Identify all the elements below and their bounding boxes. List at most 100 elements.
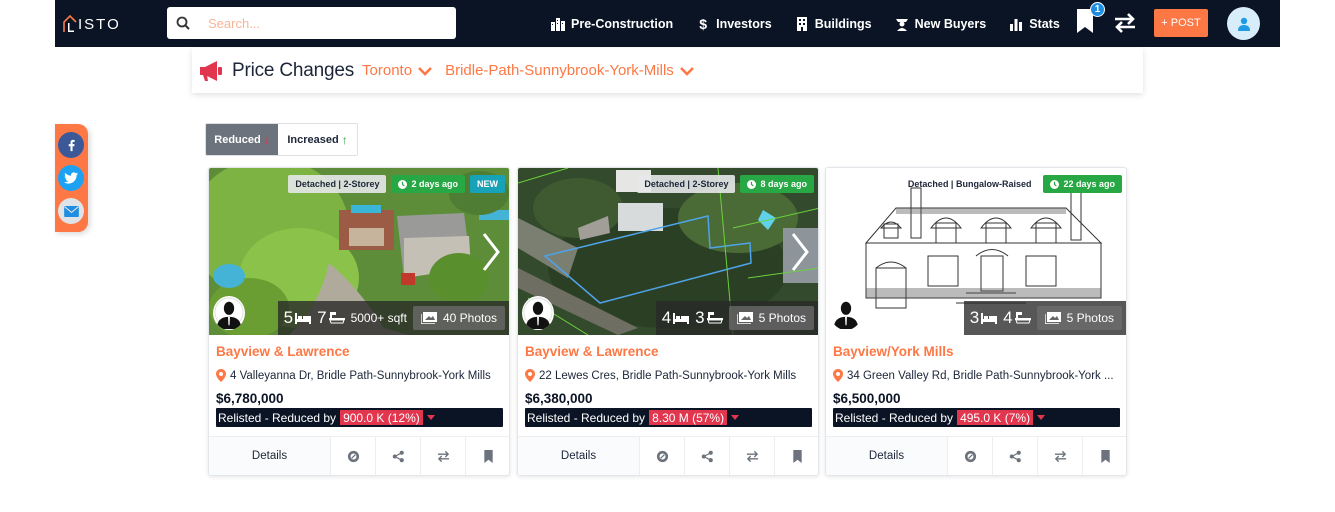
compare-button[interactable] xyxy=(1037,437,1082,475)
agent-silhouette-icon xyxy=(214,297,244,329)
filter-increased-tab[interactable]: Increased ↑ xyxy=(278,124,357,155)
photos-count: 40 Photos xyxy=(442,311,497,325)
status-text: Relisted - Reduced by xyxy=(527,410,646,425)
compare-arrows-icon[interactable] xyxy=(1113,12,1137,34)
nav-investors[interactable]: $ Investors xyxy=(696,15,772,32)
listing-actions: Details xyxy=(826,436,1126,475)
images-icon xyxy=(736,312,753,324)
nav-label: Stats xyxy=(1029,16,1060,31)
listing-photo[interactable]: Detached | Bungalow-Raised 22 days ago 3… xyxy=(826,168,1126,335)
eye-icon xyxy=(347,450,359,462)
view-button[interactable] xyxy=(947,437,992,475)
top-navbar: ISTO Pre-Construction $ Investors Buildi… xyxy=(55,0,1280,47)
bar-chart-icon xyxy=(1009,17,1023,31)
caret-down-icon xyxy=(426,415,435,420)
price-change-bar: Relisted - Reduced by 8.30 M (57%) xyxy=(525,408,812,427)
facebook-icon xyxy=(68,139,75,151)
listo-logo[interactable]: ISTO xyxy=(63,13,121,35)
compare-arrows-icon xyxy=(1054,450,1066,462)
agent-avatar[interactable] xyxy=(522,296,554,330)
graduate-icon xyxy=(895,17,909,31)
bathrooms-count: 3 xyxy=(695,308,705,327)
share-button[interactable] xyxy=(375,437,420,475)
listing-address: 4 Valleyanna Dr, Bridle Path-Sunnybrook-… xyxy=(216,369,504,382)
search-box[interactable] xyxy=(167,7,456,39)
city-dropdown-value: Toronto xyxy=(362,62,413,79)
area-dropdown[interactable]: Bridle-Path-Sunnybrook-York-Mills xyxy=(445,62,694,79)
dollar-icon: $ xyxy=(699,15,707,32)
listed-time: 2 days ago xyxy=(411,179,458,189)
nav-new-buyers[interactable]: New Buyers xyxy=(895,17,986,31)
building-icon xyxy=(795,16,809,31)
photos-count-button[interactable]: 5 Photos xyxy=(728,306,814,330)
next-photo-arrow-icon[interactable] xyxy=(481,232,501,272)
listing-photo[interactable]: Detached | 2-Storey 2 days ago NEW 5 7 5… xyxy=(209,168,509,335)
nav-buildings[interactable]: Buildings xyxy=(795,16,872,31)
listing-info: Bayview/York Mills 34 Green Valley Rd, B… xyxy=(833,344,1121,427)
filter-reduced-tab[interactable]: Reduced ↓ xyxy=(206,124,279,155)
reduction-amount: 495.0 K (7%) xyxy=(957,410,1034,425)
nav-links: Pre-Construction $ Investors Buildings N… xyxy=(551,0,1083,47)
photos-count-button[interactable]: 40 Photos xyxy=(412,306,505,330)
nav-stats[interactable]: Stats xyxy=(1009,17,1060,31)
listing-tags: Detached | 2-Storey 8 days ago xyxy=(637,175,814,193)
filter-reduced-label: Reduced xyxy=(214,133,261,146)
email-share-button[interactable] xyxy=(58,198,84,224)
price-change-filter: Reduced ↓ Increased ↑ xyxy=(205,123,358,156)
details-button[interactable]: Details xyxy=(826,437,947,475)
listing-stats-bar: 3 4 5 Photos xyxy=(963,301,1126,335)
nav-label: Pre-Construction xyxy=(571,16,674,31)
next-photo-arrow-icon[interactable] xyxy=(790,232,810,272)
listing-actions: Details xyxy=(518,436,818,475)
email-icon xyxy=(63,205,79,217)
details-button[interactable]: Details xyxy=(209,437,330,475)
bed-icon xyxy=(295,313,312,324)
share-button[interactable] xyxy=(992,437,1037,475)
twitter-share-button[interactable] xyxy=(58,165,84,191)
address-text: 34 Green Valley Rd, Bridle Path-Sunnybro… xyxy=(847,369,1114,382)
eye-icon xyxy=(964,450,976,462)
listing-card: Detached | 2-Storey 2 days ago NEW 5 7 5… xyxy=(208,167,510,476)
arrow-down-icon: ↓ xyxy=(263,132,270,147)
facebook-share-button[interactable] xyxy=(58,132,84,158)
map-pin-icon xyxy=(525,369,535,382)
post-button[interactable]: + POST xyxy=(1154,9,1208,37)
view-button[interactable] xyxy=(330,437,375,475)
reduction-amount: 8.30 M (57%) xyxy=(649,410,728,425)
compare-arrows-icon xyxy=(746,450,758,462)
user-icon xyxy=(1237,17,1250,31)
save-button[interactable] xyxy=(774,437,818,475)
bedrooms-count: 3 xyxy=(969,308,980,327)
agent-avatar[interactable] xyxy=(830,296,862,330)
save-button[interactable] xyxy=(1082,437,1126,475)
listing-title[interactable]: Bayview & Lawrence xyxy=(525,344,813,359)
bookmark-icon xyxy=(1100,449,1110,463)
photos-count-button[interactable]: 5 Photos xyxy=(1036,306,1122,330)
listing-photo[interactable]: Detached | 2-Storey 8 days ago 4 3 5 Pho… xyxy=(518,168,818,335)
listing-title[interactable]: Bayview & Lawrence xyxy=(216,344,504,359)
listed-time-tag: 8 days ago xyxy=(740,175,814,193)
listed-time-tag: 22 days ago xyxy=(1043,175,1122,193)
details-button[interactable]: Details xyxy=(518,437,639,475)
filter-increased-label: Increased xyxy=(287,133,339,146)
compare-button[interactable] xyxy=(729,437,774,475)
caret-down-icon xyxy=(1037,415,1046,420)
nav-pre-construction[interactable]: Pre-Construction xyxy=(551,17,673,31)
city-dropdown[interactable]: Toronto xyxy=(362,62,432,79)
agent-avatar[interactable] xyxy=(213,296,245,330)
bookmark-icon xyxy=(483,449,493,463)
search-input[interactable] xyxy=(208,15,448,31)
bath-icon xyxy=(706,312,723,324)
listing-title[interactable]: Bayview/York Mills xyxy=(833,344,1121,359)
images-icon xyxy=(420,312,437,324)
share-button[interactable] xyxy=(684,437,729,475)
save-button[interactable] xyxy=(465,437,509,475)
chevron-down-icon xyxy=(679,66,694,76)
bookmark-icon xyxy=(792,449,802,463)
listing-tags: Detached | 2-Storey 2 days ago NEW xyxy=(288,175,505,193)
user-avatar-button[interactable] xyxy=(1227,7,1260,40)
saved-listings-button[interactable]: 1 xyxy=(1076,2,1105,35)
compare-button[interactable] xyxy=(420,437,465,475)
view-button[interactable] xyxy=(639,437,684,475)
nav-label: Investors xyxy=(716,16,772,31)
